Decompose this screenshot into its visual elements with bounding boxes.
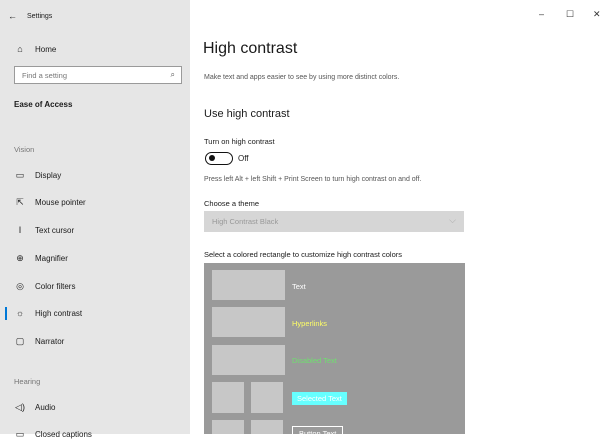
sidebar-item-text-cursor[interactable]: I Text cursor [0, 217, 190, 243]
high-contrast-toggle[interactable] [205, 152, 233, 165]
sidebar-item-magnifier[interactable]: ⊕ Magnifier [0, 245, 190, 271]
text-cursor-icon: I [18, 225, 22, 235]
high-contrast-icon: ☼ [15, 308, 25, 318]
shortcut-hint: Press left Alt + left Shift + Print Scre… [204, 176, 422, 183]
color-preview-panel: Text Hyperlinks Disabled Text Selected T… [204, 263, 465, 434]
sidebar-item-label: Home [35, 44, 57, 54]
search-placeholder: Find a setting [22, 71, 68, 80]
magnifier-icon: ⊕ [16, 252, 24, 263]
theme-value: High Contrast Black [212, 217, 279, 226]
sidebar-item-label: Magnifier [35, 253, 68, 263]
preview-hyperlinks-label: Hyperlinks [292, 319, 328, 328]
theme-dropdown[interactable]: High Contrast Black ⌵ [204, 211, 464, 232]
theme-label: Choose a theme [204, 199, 260, 208]
button-text-color-swatch[interactable] [251, 420, 283, 434]
sidebar-item-color-filters[interactable]: ◎ Color filters [0, 273, 190, 299]
sidebar-item-narrator[interactable]: ▢ Narrator [0, 328, 190, 354]
sidebar-item-label: Narrator [35, 336, 65, 346]
category-heading: Ease of Access [14, 100, 73, 109]
search-input[interactable]: Find a setting ⌕ [14, 66, 182, 84]
sidebar-item-label: Mouse pointer [35, 197, 86, 207]
disabled-color-swatch[interactable] [212, 345, 285, 375]
customize-label: Select a colored rectangle to customize … [204, 250, 403, 259]
section-heading-hearing: Hearing [14, 377, 41, 386]
sidebar-item-label: High contrast [35, 308, 83, 318]
toggle-state: Off [238, 154, 249, 163]
audio-icon: ◁) [15, 401, 25, 412]
mouse-pointer-icon: ⇱ [16, 196, 24, 207]
selected-text-color-swatch[interactable] [251, 382, 283, 413]
section-heading-vision: Vision [14, 145, 35, 154]
sidebar-item-high-contrast[interactable]: ☼ High contrast [0, 300, 190, 326]
sidebar-item-label: Text cursor [35, 225, 75, 235]
page-description: Make text and apps easier to see by usin… [204, 74, 400, 81]
sidebar-item-audio[interactable]: ◁) Audio [0, 394, 190, 420]
sidebar-item-mouse-pointer[interactable]: ⇱ Mouse pointer [0, 189, 190, 215]
text-color-swatch[interactable] [212, 270, 285, 300]
section-title: Use high contrast [204, 108, 290, 120]
sidebar-item-label: Color filters [35, 281, 76, 291]
sidebar-item-display[interactable]: ▭ Display [0, 162, 190, 188]
closed-captions-icon: ▭ [15, 428, 25, 439]
main-content: – ☐ ✕ High contrast Make text and apps e… [190, 0, 606, 434]
preview-disabled-label: Disabled Text [292, 356, 337, 365]
chevron-down-icon: ⌵ [449, 215, 456, 225]
selected-bg-color-swatch[interactable] [212, 382, 244, 413]
preview-selected-label: Selected Text [292, 392, 347, 405]
search-icon: ⌕ [170, 70, 175, 79]
sidebar-item-closed-captions[interactable]: ▭ Closed captions [0, 421, 190, 447]
button-bg-color-swatch[interactable] [212, 420, 244, 434]
sidebar-item-home[interactable]: ⌂ Home [0, 36, 190, 62]
sidebar: ← Settings ⌂ Home Find a setting ⌕ Ease … [0, 0, 190, 439]
sidebar-item-label: Audio [35, 402, 56, 412]
minimize-button[interactable]: – [539, 9, 544, 19]
display-icon: ▭ [15, 169, 25, 180]
sidebar-item-label: Display [35, 170, 62, 180]
preview-text-label: Text [292, 282, 306, 291]
page-title: High contrast [203, 40, 298, 57]
close-button[interactable]: ✕ [593, 9, 601, 20]
home-icon: ⌂ [17, 44, 23, 54]
preview-button-label: Button Text [292, 426, 344, 434]
toggle-knob [209, 155, 215, 161]
maximize-button[interactable]: ☐ [566, 9, 574, 20]
window-title: Settings [27, 13, 53, 20]
color-filters-icon: ◎ [16, 280, 24, 291]
hyperlink-color-swatch[interactable] [212, 307, 285, 337]
back-arrow-icon[interactable]: ← [8, 11, 17, 21]
toggle-label: Turn on high contrast [204, 137, 275, 146]
narrator-icon: ▢ [15, 335, 25, 346]
sidebar-item-label: Closed captions [35, 429, 92, 439]
